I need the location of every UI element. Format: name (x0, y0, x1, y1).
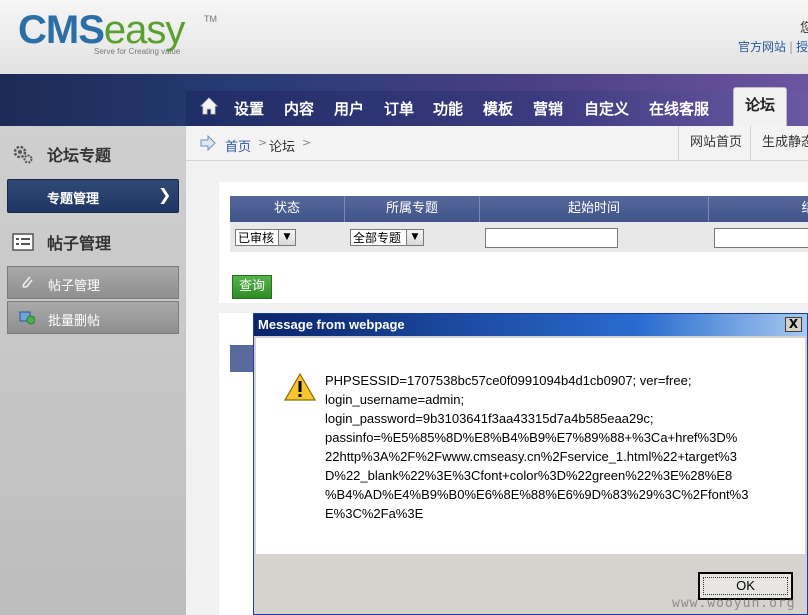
nav-templates[interactable]: 模板 (483, 98, 513, 119)
chevron-right-icon: ❯ (158, 185, 172, 204)
dialog-message-line: passinfo=%E5%85%8D%E8%B4%B9%E7%89%88+%3C… (325, 430, 738, 445)
main-nav: 设置 内容 用户 订单 功能 模板 营销 自定义 在线客服 论坛 (186, 87, 808, 127)
breadcrumb-separator: > (258, 136, 268, 149)
nav-forum-tab-active[interactable]: 论坛 (733, 87, 787, 127)
end-time-input[interactable] (714, 228, 808, 248)
nav-functions[interactable]: 功能 (433, 98, 463, 119)
dialog-message-line: %B4%AD%E4%B9%B0%E6%8E%88%E6%9D%83%29%3C%… (325, 487, 749, 502)
site-home-button[interactable]: 网站首页 (678, 126, 753, 160)
logo-trademark: TM (204, 14, 217, 24)
dialog-message: PHPSESSID=1707538bc57ce0f0991094b4d1cb09… (325, 371, 748, 523)
home-icon[interactable] (200, 97, 218, 115)
filter-row: 已审核 ▼ 全部专题 ▼ (230, 222, 808, 252)
filter-header-status: 状态 (230, 196, 345, 222)
sidebar-section-title: 帖子管理 (47, 234, 112, 253)
watermark: www.wooyun.org (672, 596, 796, 611)
sidebar-section-forum-topics: 论坛专题 (0, 132, 186, 172)
list-header (230, 345, 253, 372)
breadcrumb-current: 论坛 (269, 140, 296, 155)
official-site-link[interactable]: 官方网站 (738, 40, 786, 54)
dialog-body: PHPSESSID=1707538bc57ce0f0991094b4d1cb09… (256, 338, 805, 554)
nav-orders[interactable]: 订单 (384, 98, 414, 119)
batch-delete-icon (19, 311, 35, 325)
focus-ring (703, 577, 788, 595)
start-time-input[interactable] (485, 228, 618, 248)
dialog-message-line: PHPSESSID=1707538bc57ce0f0991094b4d1cb09… (325, 373, 692, 388)
list-icon (12, 233, 34, 251)
dialog-message-line: login_username=admin; (325, 392, 465, 407)
sidebar: 论坛专题 专题管理 ❯ 帖子管理 帖子管理 批量删帖 (0, 126, 186, 615)
sidebar-section-title: 论坛专题 (47, 146, 112, 165)
dropdown-arrow-icon[interactable]: ▼ (406, 230, 423, 245)
nav-marketing[interactable]: 营销 (533, 98, 563, 119)
close-button[interactable]: X (785, 317, 802, 332)
filter-header-topic: 所属专题 (345, 196, 480, 222)
logo-tagline: Serve for Creating value (94, 47, 181, 56)
generate-static-button[interactable]: 生成静态 (750, 126, 808, 160)
warning-icon (284, 372, 316, 401)
breadcrumb-separator: > (302, 136, 312, 149)
dialog-message-line: 22http%3A%2F%2Fwww.cmseasy.cn%2Fservice_… (325, 449, 737, 464)
dialog-message-line: E%3C%2Fa%3E (325, 506, 424, 521)
sidebar-item-label: 批量删帖 (48, 314, 101, 329)
sidebar-item-topic-management[interactable]: 专题管理 ❯ (7, 179, 179, 213)
topic-select[interactable]: 全部专题 ▼ (350, 229, 424, 246)
sidebar-item-batch-delete[interactable]: 批量删帖 (7, 301, 179, 334)
gears-icon (13, 145, 33, 164)
dialog-message-line: D%22_blank%22%3E%3Cfont+color%3D%22green… (325, 468, 733, 483)
nav-content[interactable]: 内容 (284, 98, 314, 119)
filter-header-end-time: 结 (801, 201, 808, 216)
section-divider (219, 303, 808, 313)
cmseasy-logo[interactable]: CMSeasy TM Serve for Creating value (18, 8, 217, 56)
header-links: 官方网站 | 授 (738, 40, 808, 54)
header: CMSeasy TM Serve for Creating value 您 官方… (0, 0, 808, 74)
message-dialog: Message from webpage X PHPSESSID=1707538… (253, 313, 808, 615)
nav-users[interactable]: 用户 (334, 98, 364, 119)
sidebar-section-post-management: 帖子管理 (0, 220, 186, 260)
nav-online-service[interactable]: 在线客服 (649, 98, 709, 119)
status-select-value: 已审核 (238, 231, 275, 245)
query-button[interactable]: 查询 (232, 275, 272, 299)
header-user-greeting: 您 (800, 21, 808, 36)
dialog-message-line: login_password=9b3103641f3aa43315d7a4b58… (325, 411, 654, 426)
sidebar-item-label: 帖子管理 (48, 279, 101, 294)
topic-select-value: 全部专题 (353, 231, 402, 245)
breadcrumb: 首页 > 论坛 > 网站首页 生成静态 (186, 126, 808, 161)
breadcrumb-home-link[interactable]: 首页 (225, 136, 251, 155)
filter-header-start-time: 起始时间 (480, 196, 709, 222)
status-select[interactable]: 已审核 ▼ (235, 229, 296, 246)
license-link[interactable]: 授 (796, 40, 808, 54)
paperclip-icon (22, 276, 33, 288)
logo-easy-text: easy (103, 8, 185, 52)
sidebar-item-label: 专题管理 (47, 192, 100, 207)
dialog-title: Message from webpage (258, 317, 405, 332)
arrow-right-icon (200, 135, 216, 151)
dropdown-arrow-icon[interactable]: ▼ (278, 230, 295, 245)
filter-header: 状态 所属专题 起始时间 结 (230, 196, 808, 222)
sidebar-item-posts[interactable]: 帖子管理 (7, 266, 179, 299)
nav-custom[interactable]: 自定义 (584, 98, 629, 119)
dialog-title-bar[interactable]: Message from webpage X (254, 314, 807, 336)
logo-cms-text: CMS (18, 8, 105, 52)
nav-settings[interactable]: 设置 (234, 98, 264, 119)
